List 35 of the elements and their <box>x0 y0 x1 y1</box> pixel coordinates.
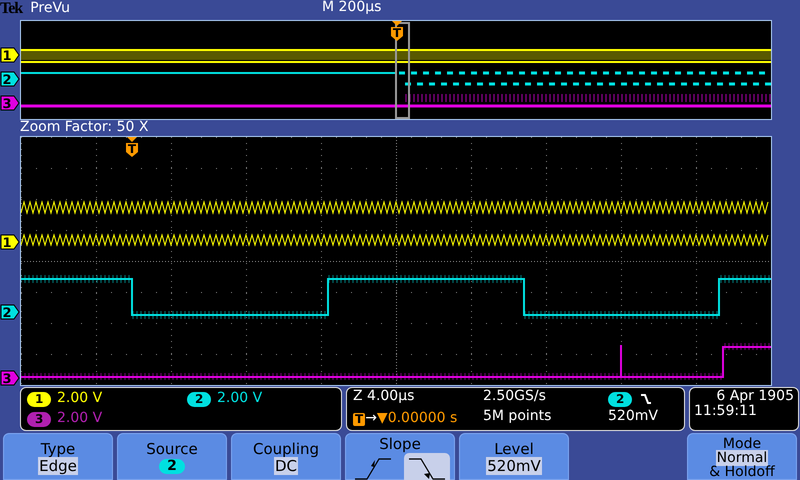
time-readout: 11:59:11 <box>694 404 758 420</box>
falling-edge-icon <box>640 393 652 405</box>
volts-per-div-readout: 2.00 V <box>217 391 264 407</box>
brand-logo: Tek <box>0 0 22 18</box>
trigger-source-badge: 2 <box>608 392 632 406</box>
trigger-position-readout: ▼0.00000 s <box>376 411 458 427</box>
trigger-marker: T <box>353 412 366 426</box>
volts-per-div-readout: 2.00 V <box>57 411 104 427</box>
volts-per-div-readout: 2.00 V <box>57 391 104 407</box>
menu-button[interactable]: Source 2 <box>117 433 227 480</box>
falling-slope-button[interactable] <box>404 452 450 480</box>
menu-button[interactable]: Coupling DC <box>231 433 341 480</box>
arrow-symbol: → <box>365 411 377 427</box>
slope-menu-button[interactable]: Slope <box>345 433 455 480</box>
trigger-level-readout: 520mV <box>608 409 659 426</box>
mode-button[interactable]: Mode Normal & Holdoff <box>687 433 797 480</box>
menu-button[interactable]: Type Edge <box>3 433 113 480</box>
channel-marker[interactable]: 3 <box>0 95 20 111</box>
channel-badge: 1 <box>27 392 52 406</box>
channel-marker[interactable]: 1 <box>0 234 20 250</box>
channel-badge: 2 <box>187 392 212 406</box>
zoom-scale-readout: Z 4.00µs <box>353 389 416 406</box>
date-readout: 6 Apr 1905 <box>715 389 794 404</box>
timebase-readout: M 200µs <box>322 0 382 16</box>
channel-marker[interactable]: 2 <box>0 304 20 320</box>
record-length-readout: 5M points <box>483 409 552 426</box>
mode-label: PreVu <box>30 1 70 17</box>
channel-marker[interactable]: 1 <box>0 47 20 63</box>
channel-marker[interactable]: 2 <box>0 71 20 87</box>
sample-rate-readout: 2.50GS/s <box>483 389 547 406</box>
channel-marker[interactable]: 3 <box>0 370 20 386</box>
slope-label: Slope <box>378 436 422 452</box>
zoom-factor-label: Zoom Factor: 50 X <box>19 120 150 136</box>
channel-badge: 3 <box>27 412 52 426</box>
menu-button[interactable]: Level 520mV <box>459 433 569 480</box>
